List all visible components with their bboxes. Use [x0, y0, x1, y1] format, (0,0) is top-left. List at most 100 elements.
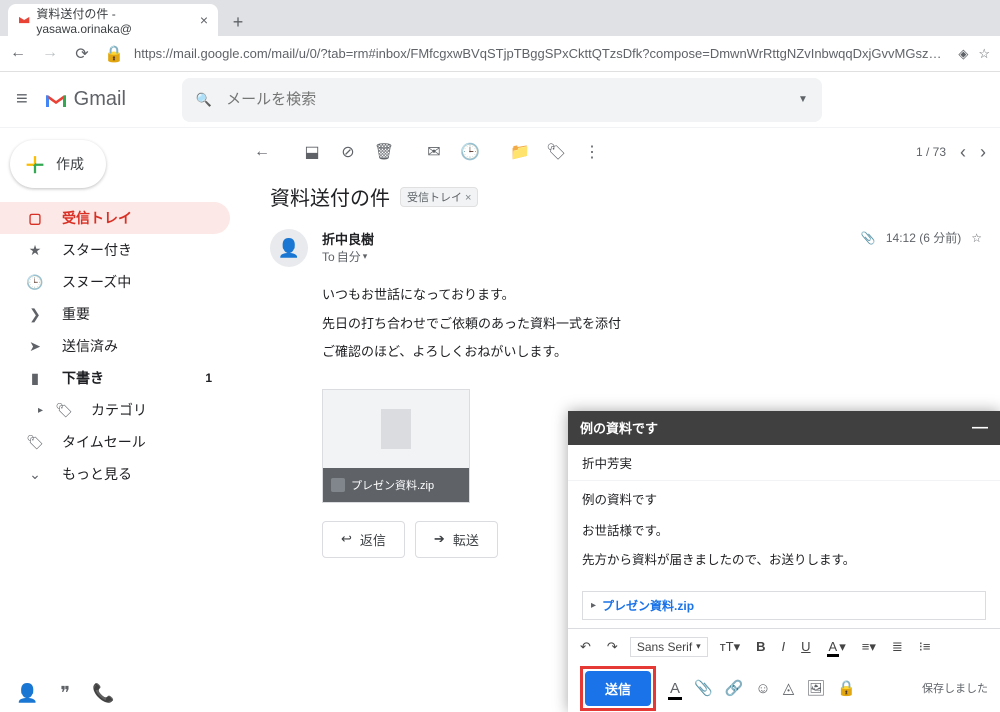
inbox-icon: ▢ — [26, 210, 44, 227]
reply-icon: ↩ — [341, 531, 352, 547]
insert-link-icon[interactable]: 🔗 — [725, 679, 744, 697]
sidebar-item-categories[interactable]: ▸ 🏷 カテゴリ — [0, 394, 230, 426]
insert-drive-icon[interactable]: ◬ — [783, 679, 795, 697]
to-prefix: To — [322, 250, 335, 264]
hangouts-icon[interactable]: ❞ — [60, 683, 70, 704]
to-value: 自分 — [337, 248, 361, 265]
sidebar-item-starred[interactable]: ★ スター付き — [0, 234, 230, 266]
sidebar-item-custom-label[interactable]: 🏷 タイムセール — [0, 426, 230, 458]
attachment-indicator-icon: 📎 — [861, 231, 876, 245]
body-line: 先日の打ち合わせでご依頼のあった資料一式を添付 — [322, 310, 982, 339]
mark-unread-icon[interactable]: ✉ — [416, 142, 452, 162]
sender-avatar[interactable]: 👤 — [270, 229, 308, 267]
star-message-icon[interactable]: ☆ — [971, 231, 982, 245]
sidebar-label: 重要 — [62, 304, 90, 324]
compose-body-line: お世話様です。 — [582, 520, 986, 544]
forward-icon: ➔ — [434, 531, 445, 547]
compose-button[interactable]: ＋ 作成 — [10, 140, 106, 188]
back-to-inbox-icon[interactable]: ← — [244, 143, 280, 161]
search-box[interactable]: 🔍 ▼ — [182, 78, 822, 122]
nav-reload-icon[interactable]: ⟳ — [74, 44, 90, 64]
bookmark-star-icon[interactable]: ☆ — [978, 46, 990, 62]
redo-icon[interactable]: ↷ — [603, 637, 622, 657]
archive-icon[interactable]: ⬓ — [294, 142, 330, 162]
send-button[interactable]: 送信 — [585, 671, 651, 706]
compose-send-bar: 送信 A 📎 🔗 ☺ ◬ 🖼 🔒 保存しました — [568, 664, 1000, 712]
url-text[interactable]: https://mail.google.com/mail/u/0/?tab=rm… — [134, 46, 944, 61]
more-actions-icon[interactable]: ⋮ — [574, 142, 610, 162]
text-color-icon[interactable]: A▾ — [823, 637, 850, 657]
nav-forward-icon[interactable]: → — [42, 44, 58, 64]
compose-label: 作成 — [56, 154, 84, 174]
search-input[interactable] — [226, 91, 784, 108]
next-thread-icon[interactable]: › — [980, 142, 986, 163]
sidebar-label: 下書き — [62, 368, 104, 388]
extension-icon[interactable]: ◈ — [958, 46, 968, 62]
important-icon: ❯ — [26, 306, 44, 323]
labels-icon[interactable]: 🏷 — [538, 142, 574, 162]
search-options-icon[interactable]: ▼ — [798, 94, 808, 105]
compose-title-bar[interactable]: 例の資料です — — [568, 411, 1000, 445]
sidebar-label: 送信済み — [62, 336, 118, 356]
lock-icon[interactable]: 🔒 — [104, 44, 120, 64]
sidebar-item-drafts[interactable]: ▮ 下書き 1 — [0, 362, 230, 394]
sidebar-item-snoozed[interactable]: 🕒 スヌーズ中 — [0, 266, 230, 298]
label-chip[interactable]: 受信トレイ — [400, 187, 478, 207]
thread-toolbar: ← ⬓ ⊘ 🗑 ✉ 🕒 📁 🏷 ⋮ 1 / 73 ‹ › — [230, 128, 1000, 176]
confidential-mode-icon[interactable]: 🔒 — [837, 679, 856, 697]
close-tab-icon[interactable]: × — [200, 13, 208, 27]
browser-tab[interactable]: 資料送付の件 - yasawa.orinaka@ × — [8, 4, 218, 36]
contacts-icon[interactable]: 👤 — [16, 683, 38, 704]
compose-attachment-chip[interactable]: ▸ プレゼン資料.zip — [582, 591, 986, 620]
attachment-tile[interactable]: プレゼン資料.zip — [322, 389, 470, 503]
snooze-icon[interactable]: 🕒 — [452, 142, 488, 162]
compose-body[interactable]: お世話様です。 先方から資料が届きましたので、お送りします。 — [568, 516, 1000, 584]
attach-file-icon[interactable]: 📎 — [694, 679, 713, 697]
phone-icon[interactable]: 📞 — [92, 683, 114, 704]
gmail-logo-text: Gmail — [74, 88, 126, 111]
align-icon[interactable]: ≡▾ — [858, 637, 880, 657]
sidebar-label: カテゴリ — [91, 400, 147, 420]
search-icon[interactable]: 🔍 — [196, 92, 212, 108]
minimize-icon[interactable]: — — [972, 419, 988, 437]
sidebar-item-important[interactable]: ❯ 重要 — [0, 298, 230, 330]
prev-thread-icon[interactable]: ‹ — [960, 142, 966, 163]
sidebar-label: スヌーズ中 — [62, 272, 131, 292]
insert-photo-icon[interactable]: 🖼 — [806, 679, 825, 697]
plus-icon: ＋ — [24, 148, 46, 180]
sidebar-item-sent[interactable]: ➤ 送信済み — [0, 330, 230, 362]
report-spam-icon[interactable]: ⊘ — [330, 142, 366, 162]
sidebar-label: もっと見る — [62, 464, 132, 484]
ordered-list-icon[interactable]: ≣ — [888, 637, 907, 657]
font-family-select[interactable]: Sans Serif▾ — [630, 637, 708, 657]
draft-count: 1 — [205, 371, 212, 385]
reply-button[interactable]: ↩ 返信 — [322, 521, 405, 558]
sidebar-item-more[interactable]: ⌄ もっと見る — [0, 458, 230, 490]
font-size-icon[interactable]: тT▾ — [716, 637, 744, 657]
browser-tab-title: 資料送付の件 - yasawa.orinaka@ — [36, 5, 193, 36]
undo-icon[interactable]: ↶ — [576, 637, 595, 657]
sidebar-footer: 👤 ❞ 📞 — [16, 683, 115, 704]
text-format-icon[interactable]: A — [668, 680, 682, 697]
sender-name[interactable]: 折中良樹 — [322, 229, 847, 248]
bold-icon[interactable]: B — [752, 637, 769, 656]
move-to-icon[interactable]: 📁 — [502, 142, 538, 162]
compose-subject-field[interactable]: 例の資料です — [568, 481, 1000, 516]
new-tab-button[interactable]: + — [224, 8, 252, 36]
insert-emoji-icon[interactable]: ☺ — [755, 680, 770, 697]
menu-icon[interactable]: ≡ — [16, 88, 28, 111]
bullet-list-icon[interactable]: ⁝≡ — [915, 637, 935, 657]
compose-to-field[interactable]: 折中芳実 — [568, 445, 1000, 481]
to-details-icon[interactable]: ▾ — [363, 251, 368, 262]
underline-icon[interactable]: U — [797, 637, 814, 656]
gmail-logo[interactable]: Gmail — [44, 88, 126, 111]
formatting-toolbar: ↶ ↷ Sans Serif▾ тT▾ B I U A▾ ≡▾ ≣ ⁝≡ — [568, 628, 1000, 664]
italic-icon[interactable]: I — [778, 637, 790, 656]
delete-icon[interactable]: 🗑 — [366, 142, 402, 162]
gmail-m-icon — [44, 91, 68, 109]
sidebar-item-inbox[interactable]: ▢ 受信トレイ — [0, 202, 230, 234]
forward-button[interactable]: ➔ 転送 — [415, 521, 498, 558]
sidebar-label: 受信トレイ — [62, 208, 132, 228]
draft-icon: ▮ — [26, 370, 44, 387]
nav-back-icon[interactable]: ← — [10, 44, 26, 64]
